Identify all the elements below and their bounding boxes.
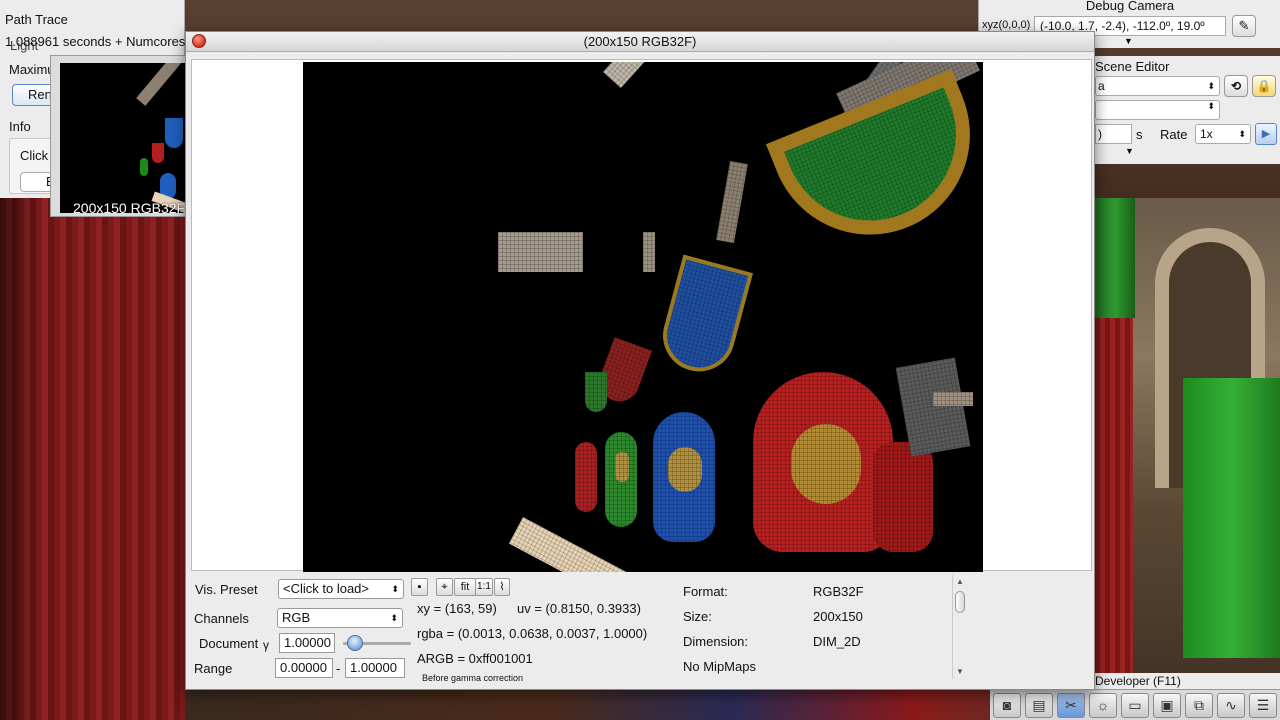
channels-label: Channels (194, 611, 249, 626)
uv-readout: uv = (0.8150, 0.3933) (517, 601, 641, 616)
channels-value: RGB (282, 610, 311, 625)
range-dash: - (336, 661, 341, 676)
viewer-titlebar[interactable]: (200x150 RGB32F) (186, 32, 1094, 52)
info-scrollbar[interactable]: ▲ ▼ (952, 575, 966, 679)
scene-right-view (1095, 198, 1280, 720)
collapse-arrow-icon[interactable]: ▼ (1124, 36, 1133, 46)
argb-readout: ARGB = 0xff001001 (417, 651, 533, 666)
camera-icon[interactable]: ◙ (993, 693, 1021, 718)
seconds-unit: s (1136, 127, 1143, 142)
render-time-text: 1.088961 seconds + Numcores (5, 34, 186, 49)
sun-icon[interactable]: ☼ (1089, 693, 1117, 718)
vis-preset-label: Vis. Preset (195, 582, 258, 597)
scene-select[interactable]: a ⬍ (1095, 76, 1220, 96)
vis-preset-select[interactable]: <Click to load> ⬍ (278, 579, 404, 599)
rate-label: Rate (1160, 127, 1188, 142)
scroll-down-icon[interactable]: ▼ (956, 667, 964, 676)
entity-select[interactable]: ⬍ (1095, 100, 1220, 120)
close-icon[interactable] (192, 34, 206, 48)
size-value: 200x150 (813, 609, 863, 624)
select-arrows-icon: ⬍ (1207, 81, 1215, 91)
red-curtain-left (0, 198, 185, 720)
developer-label: Developer (F11) (1093, 673, 1280, 689)
tools-icon[interactable]: ✂ (1057, 693, 1085, 718)
scroll-up-icon[interactable]: ▲ (956, 577, 964, 586)
click-text: Click (20, 148, 49, 163)
debug-camera-title: Debug Camera (1085, 0, 1175, 13)
collapse-arrow-icon[interactable]: ▼ (1125, 146, 1134, 156)
save-icon[interactable]: ▪ (411, 578, 428, 596)
probe-icon[interactable]: ⌖ (436, 578, 453, 596)
scene-editor-title: Scene Editor (1095, 59, 1170, 74)
time-field[interactable]: ) (1095, 124, 1132, 144)
thumbnail-caption: 200x150 RGB32F (73, 200, 185, 213)
texture-viewer-window: (200x150 RGB32F) Vis. Preset <Click to l… (185, 31, 1095, 690)
select-arrows-icon: ⬍ (1207, 101, 1215, 111)
range-min-input[interactable]: 0.00000 (275, 658, 333, 678)
viewer-title: (200x150 RGB32F) (583, 34, 697, 49)
range-label: Range (194, 661, 233, 676)
profiler-icon[interactable]: ∿ (1217, 693, 1245, 718)
red-drape (1095, 318, 1133, 720)
play-icon[interactable]: ▶ (1255, 123, 1277, 145)
green-drape (1095, 198, 1135, 318)
green-flag (1183, 378, 1280, 658)
xyz-label: xyz(0,0,0) (982, 19, 1031, 31)
gamma-symbol: γ (263, 638, 269, 652)
pin-icon[interactable]: ⌇ (494, 578, 510, 596)
rendered-texture-image (303, 62, 983, 572)
fit-button[interactable]: fit (454, 578, 476, 596)
channels-select[interactable]: RGB ⬍ (277, 608, 403, 628)
path-trace-title: Path Trace (5, 12, 68, 27)
developer-toolbar: ◙ ▤ ✂ ☼ ▭ ▣ ⧉ ∿ ☰ (990, 689, 1280, 720)
document-label: Document (199, 636, 259, 651)
select-arrows-icon: ⬍ (390, 613, 398, 623)
rate-value: 1x (1200, 127, 1213, 141)
size-label: Size: (683, 609, 712, 624)
gamma-note: Before gamma correction (422, 673, 524, 683)
select-arrows-icon: ⬍ (1238, 129, 1246, 139)
format-label: Format: (683, 584, 728, 599)
rate-select[interactable]: 1x ⬍ (1195, 124, 1251, 144)
film-icon[interactable]: ▤ (1025, 693, 1053, 718)
mipmaps-text: No MipMaps (683, 659, 756, 674)
select-arrows-icon: ⬍ (391, 584, 399, 594)
gamma-slider-knob[interactable] (347, 635, 363, 651)
texture-canvas[interactable] (191, 59, 1092, 572)
scrollbar-thumb[interactable] (955, 591, 965, 613)
texture-thumbnail[interactable]: 200x150 RGB32F (50, 55, 190, 217)
windows-icon[interactable]: ⧉ (1185, 693, 1213, 718)
range-max-input[interactable]: 1.00000 (345, 658, 405, 678)
scene-floor-strip (185, 690, 1095, 720)
pencil-icon[interactable]: ✎ (1232, 15, 1256, 37)
reload-icon[interactable]: ⟲ (1224, 75, 1248, 97)
thumbnail-image: 200x150 RGB32F (60, 63, 185, 213)
rgba-readout: rgba = (0.0013, 0.0638, 0.0037, 1.0000) (417, 626, 648, 641)
terminal-icon[interactable]: ▣ (1153, 693, 1181, 718)
format-value: RGB32F (813, 584, 864, 599)
dimension-label: Dimension: (683, 634, 749, 649)
vis-preset-value: <Click to load> (283, 581, 369, 596)
document-icon[interactable]: ☰ (1249, 693, 1277, 718)
xy-readout: xy = (163, 59) (417, 601, 497, 616)
maximum-label: Maximu (9, 62, 55, 77)
dimension-value: DIM_2D (813, 634, 861, 649)
file-new-icon[interactable]: ▭ (1121, 693, 1149, 718)
gamma-input[interactable]: 1.00000 (279, 633, 335, 653)
lock-icon[interactable]: 🔒 (1252, 75, 1276, 97)
one-to-one-button[interactable]: 1:1 (475, 578, 493, 596)
scene-editor-panel: Scene Editor a ⬍ ⟲ 🔒 ⬍ ) s Rate 1x ⬍ ▶ ▼ (1093, 56, 1280, 164)
scene-select-value: a (1098, 79, 1105, 93)
info-label: Info (9, 119, 31, 134)
